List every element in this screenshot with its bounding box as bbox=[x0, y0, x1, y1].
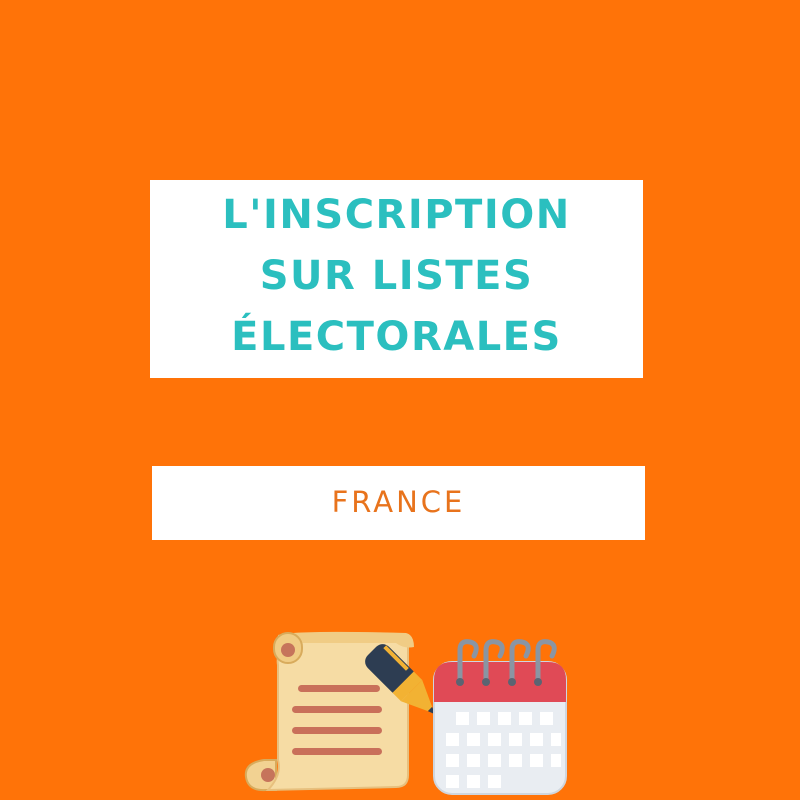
title-line-3: ÉLECTORALES bbox=[231, 314, 562, 360]
subtitle-country: FRANCE bbox=[331, 485, 466, 519]
poster-canvas: L'INSCRIPTION SUR LISTES ÉLECTORALES FRA… bbox=[0, 0, 800, 800]
scroll-with-pen-icon bbox=[244, 631, 436, 792]
title-line-1: L'INSCRIPTION bbox=[222, 192, 571, 238]
subtitle-box: FRANCE bbox=[152, 466, 645, 540]
title-box: L'INSCRIPTION SUR LISTES ÉLECTORALES bbox=[150, 180, 643, 378]
title-line-2: SUR LISTES bbox=[259, 253, 534, 299]
calendar-icon bbox=[433, 639, 567, 795]
